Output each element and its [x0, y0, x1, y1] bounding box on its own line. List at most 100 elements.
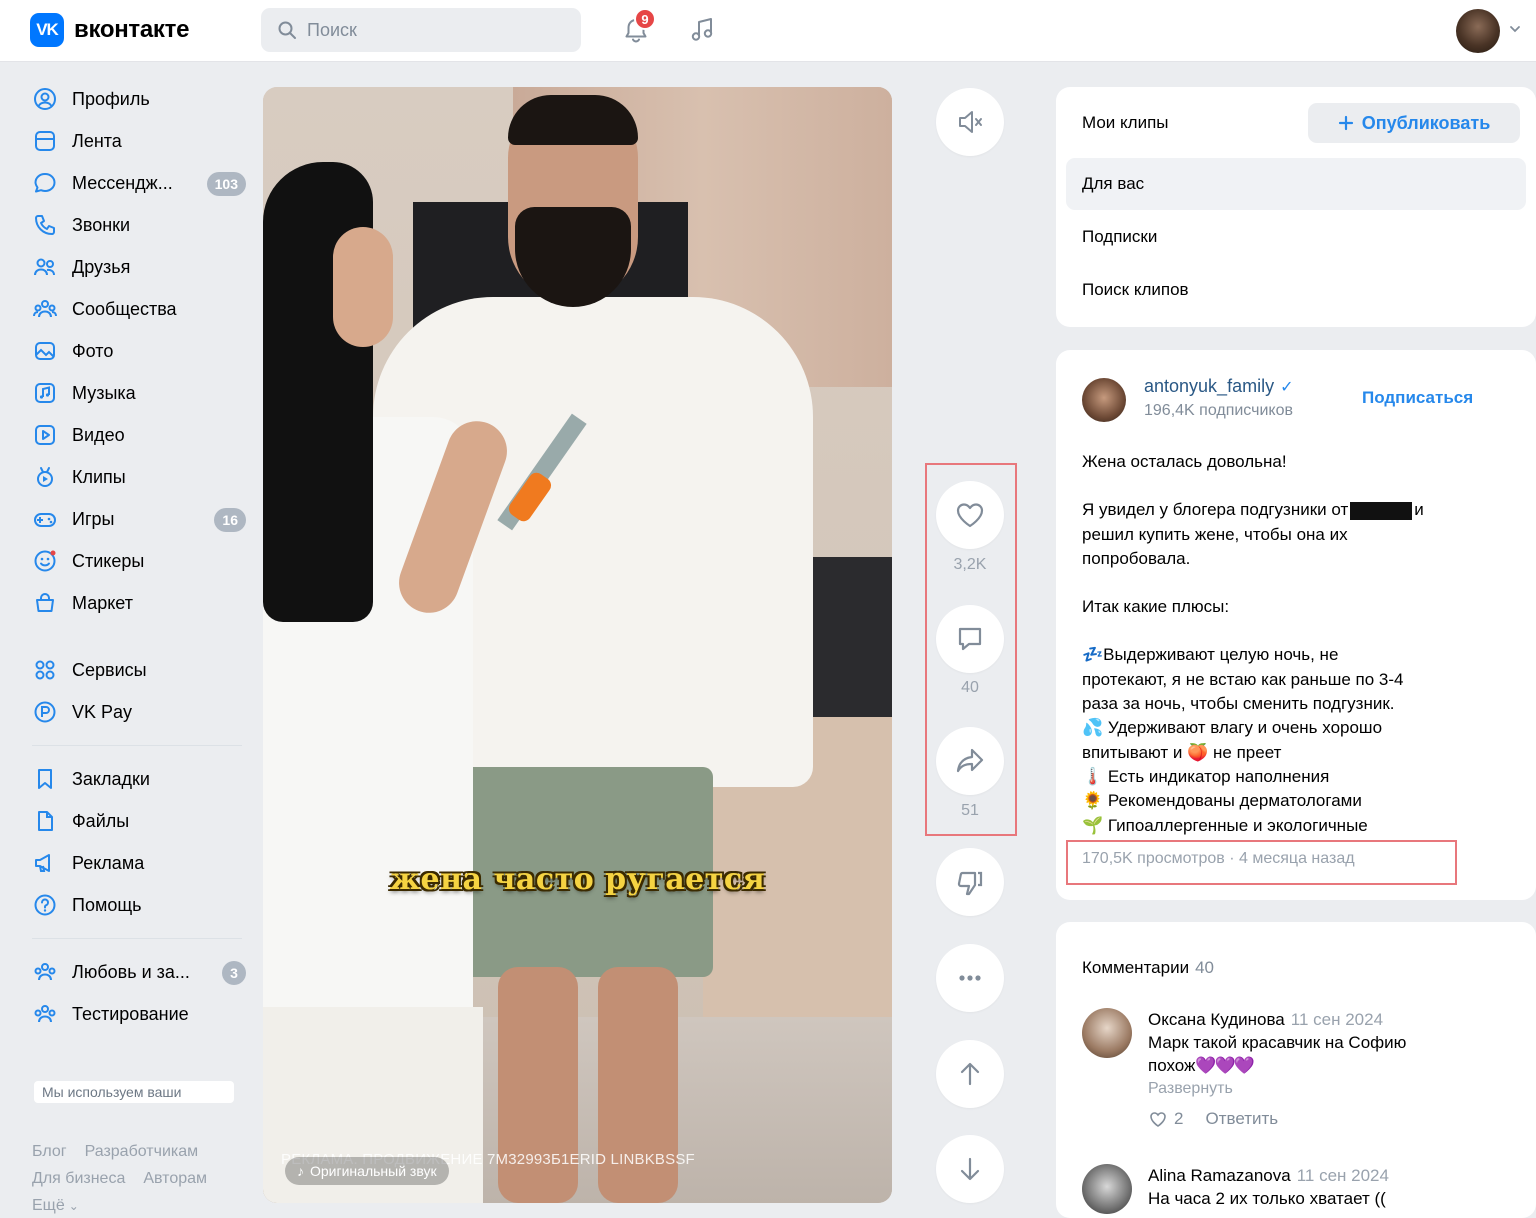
dislike-button[interactable]	[936, 848, 1004, 916]
vk-logo-icon: VK	[30, 13, 64, 47]
comment-time: 11 сен 2024	[1296, 1166, 1389, 1185]
cookie-notice[interactable]: Мы используем ваши	[34, 1081, 234, 1103]
comment-avatar[interactable]	[1082, 1164, 1132, 1214]
comments-title: Комментарии 40	[1082, 958, 1214, 978]
post-text-line-content: 💦 Удерживают влагу и очень хорошо	[1082, 718, 1383, 738]
comment-like-button[interactable]: 2	[1148, 1109, 1183, 1129]
video-icon	[32, 422, 58, 448]
sidebar-item-games[interactable]: Игры 16	[22, 498, 252, 540]
sidebar-item-stickers[interactable]: Стикеры	[22, 540, 252, 582]
expand-comment-link[interactable]: Развернуть	[1148, 1080, 1233, 1098]
post-text-line: Жена осталась довольна!	[1082, 450, 1512, 474]
volume-muted-icon	[959, 111, 982, 133]
sidebar-item-services[interactable]: Сервисы	[22, 649, 252, 691]
services-icon	[32, 657, 58, 683]
comments-count: 40	[1195, 958, 1214, 977]
music-player-button[interactable]	[684, 12, 720, 48]
censored-brand-mark	[1350, 501, 1413, 520]
vk-logo[interactable]: VK вконтакте	[30, 13, 189, 47]
sidebar-item-photo[interactable]: Фото	[22, 330, 252, 372]
reply-button[interactable]: Ответить	[1205, 1109, 1278, 1129]
search-icon	[278, 21, 296, 39]
comment-button[interactable]	[936, 605, 1004, 673]
share-button[interactable]	[936, 727, 1004, 795]
sidebar-item-label: Лента	[72, 130, 122, 151]
post-text-line-content: 🌻 Рекомендованы дерматологами	[1082, 791, 1362, 811]
sidebar-item-market[interactable]: Маркет	[22, 582, 252, 624]
notification-badge: 9	[634, 8, 656, 30]
ads-icon	[32, 850, 58, 876]
author-avatar[interactable]	[1082, 378, 1126, 422]
sidebar-item-phone[interactable]: Звонки	[22, 204, 252, 246]
footer-authors-link[interactable]: Авторам	[143, 1170, 207, 1187]
sidebar-item-video[interactable]: Видео	[22, 414, 252, 456]
bookmarks-icon	[32, 766, 58, 792]
sidebar-item-label: Сообщества	[72, 298, 177, 319]
footer-developers-link[interactable]: Разработчикам	[85, 1143, 199, 1160]
post-text-line-content: 🌡️ Есть индикатор наполнения	[1082, 766, 1330, 786]
sidebar-item-count-badge: 103	[206, 172, 246, 196]
sidebar-item-group[interactable]: Любовь и за... 3	[22, 951, 252, 993]
clip-video-player[interactable]: жена часто ругается РЕКЛАМА. ПРОДВИЖЕНИЕ…	[263, 87, 892, 1203]
sidebar-item-communities[interactable]: Сообщества	[22, 288, 252, 330]
comment-time: 11 сен 2024	[1290, 1010, 1384, 1029]
user-avatar[interactable]	[1456, 9, 1500, 53]
post-text-line-tail: и	[1414, 500, 1424, 520]
sidebar-divider	[32, 938, 242, 939]
sidebar-divider	[32, 745, 242, 746]
post-text-line: попробовала.	[1082, 547, 1512, 571]
sidebar-item-label: Звонки	[72, 214, 131, 235]
plus-icon	[1338, 115, 1353, 131]
search-box[interactable]	[261, 8, 581, 52]
communities-icon	[32, 296, 58, 322]
previous-clip-button[interactable]	[936, 1040, 1004, 1108]
sidebar-item-files[interactable]: Файлы	[22, 800, 252, 842]
sidebar-item-clips[interactable]: Клипы	[22, 456, 252, 498]
sidebar-item-bookmarks[interactable]: Закладки	[22, 758, 252, 800]
more-options-button[interactable]	[936, 944, 1004, 1012]
footer-business-link[interactable]: Для бизнеса	[32, 1170, 125, 1187]
top-header: VK вконтакте 9	[0, 0, 1536, 62]
footer-more-link[interactable]: Ещё	[32, 1197, 65, 1214]
comment-author[interactable]: Оксана Кудинова 11 сен 2024	[1148, 1010, 1383, 1030]
notifications-button[interactable]: 9	[618, 8, 656, 48]
clips-tab-for-you[interactable]: Для вас	[1066, 158, 1526, 210]
next-clip-button[interactable]	[936, 1135, 1004, 1203]
footer-blog-link[interactable]: Блог	[32, 1143, 67, 1160]
feed-icon	[32, 128, 58, 154]
sidebar-item-label: Друзья	[72, 256, 131, 277]
mute-button[interactable]	[936, 88, 1004, 156]
chevron-down-icon[interactable]	[1508, 22, 1522, 36]
sidebar-item-help[interactable]: Помощь	[22, 884, 252, 926]
subscribe-button[interactable]: Подписаться	[1362, 388, 1473, 408]
clips-icon	[32, 464, 58, 490]
comments-card: Комментарии 40 Оксана Кудинова 11 сен 2024…	[1056, 922, 1536, 1218]
post-text-line-content: попробовала.	[1082, 548, 1191, 568]
comment-avatar[interactable]	[1082, 1008, 1132, 1058]
sidebar-item-label: Мессендж...	[72, 172, 173, 193]
post-text: Жена осталась довольна! Я увидел у блогер…	[1082, 450, 1512, 838]
post-text-line-content: 💤Выдерживают целую ночь, не	[1082, 645, 1339, 665]
verified-icon: ✓	[1280, 378, 1294, 396]
author-name-link[interactable]: antonyuk_family ✓	[1144, 376, 1293, 397]
clips-tab-search[interactable]: Поиск клипов	[1066, 264, 1526, 316]
sidebar-item-friends[interactable]: Друзья	[22, 246, 252, 288]
clips-tab-subscriptions[interactable]: Подписки	[1066, 211, 1526, 263]
sidebar-item-label: VK Pay	[72, 701, 133, 722]
search-input[interactable]	[307, 19, 547, 41]
sidebar-item-music[interactable]: Музыка	[22, 372, 252, 414]
comment-author-name: Alina Ramazanova	[1148, 1166, 1291, 1185]
original-audio-button[interactable]: ♪ Оригинальный звук	[285, 1157, 449, 1185]
sidebar-item-vkpay[interactable]: VK Pay	[22, 691, 252, 733]
sidebar-item-ads[interactable]: Реклама	[22, 842, 252, 884]
like-button[interactable]	[936, 481, 1004, 549]
sidebar-item-messenger[interactable]: Мессендж... 103	[22, 162, 252, 204]
sidebar-item-group[interactable]: Тестирование	[22, 993, 252, 1035]
more-dots-icon	[959, 975, 981, 981]
my-clips-title[interactable]: Мои клипы	[1082, 113, 1169, 133]
comment-author[interactable]: Alina Ramazanova 11 сен 2024	[1148, 1166, 1389, 1186]
friends-icon	[32, 254, 58, 280]
sidebar-item-feed[interactable]: Лента	[22, 120, 252, 162]
publish-button[interactable]: Опубликовать	[1308, 103, 1520, 143]
sidebar-item-profile[interactable]: Профиль	[22, 78, 252, 120]
